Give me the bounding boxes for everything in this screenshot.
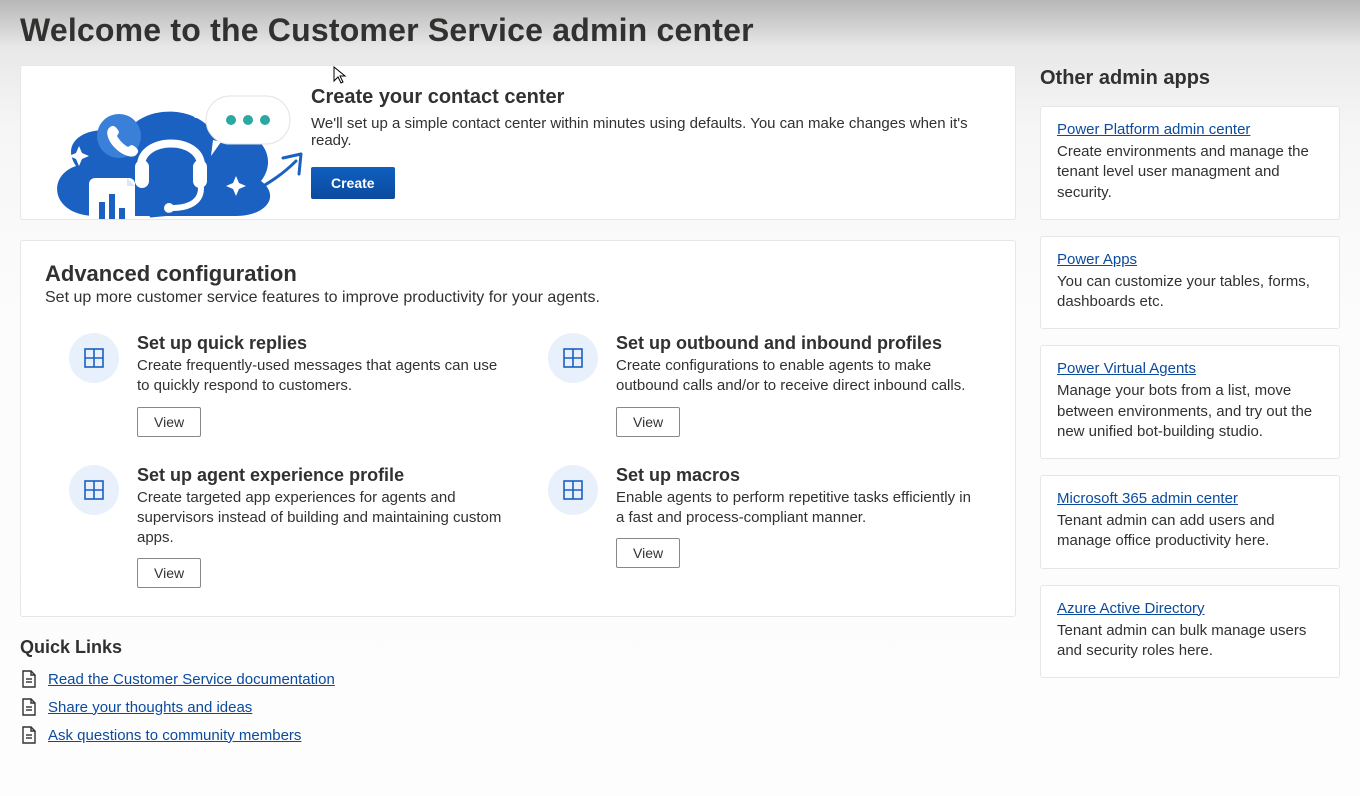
advanced-config-card: Advanced configuration Set up more custo…	[20, 240, 1016, 617]
config-item-title: Set up agent experience profile	[137, 465, 502, 486]
config-item-agent-experience: Set up agent experience profile Create t…	[69, 465, 512, 589]
admin-app-link[interactable]: Microsoft 365 admin center	[1057, 490, 1238, 507]
config-item-description: Enable agents to perform repetitive task…	[616, 488, 981, 529]
admin-app-link[interactable]: Azure Active Directory	[1057, 600, 1205, 617]
advanced-config-title: Advanced configuration	[45, 261, 991, 287]
config-item-description: Create configurations to enable agents t…	[616, 356, 981, 397]
admin-app-description: Tenant admin can bulk manage users and s…	[1057, 621, 1323, 662]
view-button[interactable]: View	[616, 407, 680, 437]
view-button[interactable]: View	[137, 558, 201, 588]
quick-link[interactable]: Read the Customer Service documentation	[48, 671, 335, 688]
config-item-macros: Set up macros Enable agents to perform r…	[548, 465, 991, 589]
quick-link[interactable]: Share your thoughts and ideas	[48, 699, 252, 716]
quick-link[interactable]: Ask questions to community members	[48, 727, 301, 744]
quick-link-item: Ask questions to community members	[20, 726, 1016, 744]
admin-app-card: Power Virtual Agents Manage your bots fr…	[1040, 345, 1340, 459]
other-admin-apps-title: Other admin apps	[1040, 67, 1340, 90]
config-item-description: Create frequently-used messages that age…	[137, 356, 502, 397]
config-item-title: Set up outbound and inbound profiles	[616, 333, 981, 354]
admin-app-link[interactable]: Power Apps	[1057, 251, 1137, 268]
hero-title: Create your contact center	[311, 86, 991, 109]
grid-icon	[69, 333, 119, 383]
hero-illustration	[21, 66, 311, 219]
grid-icon	[548, 333, 598, 383]
view-button[interactable]: View	[137, 407, 201, 437]
admin-app-card: Microsoft 365 admin center Tenant admin …	[1040, 475, 1340, 569]
quick-link-item: Read the Customer Service documentation	[20, 670, 1016, 688]
config-item-description: Create targeted app experiences for agen…	[137, 488, 502, 549]
admin-app-description: Tenant admin can add users and manage of…	[1057, 511, 1323, 552]
hero-card: Create your contact center We'll set up …	[20, 65, 1016, 220]
admin-app-description: Create environments and manage the tenan…	[1057, 142, 1323, 203]
config-item-quick-replies: Set up quick replies Create frequently-u…	[69, 333, 512, 437]
config-item-profiles: Set up outbound and inbound profiles Cre…	[548, 333, 991, 437]
grid-icon	[548, 465, 598, 515]
document-icon	[20, 726, 38, 744]
view-button[interactable]: View	[616, 538, 680, 568]
document-icon	[20, 670, 38, 688]
quick-link-item: Share your thoughts and ideas	[20, 698, 1016, 716]
document-icon	[20, 698, 38, 716]
quick-links-title: Quick Links	[20, 637, 1016, 658]
admin-app-card: Power Platform admin center Create envir…	[1040, 106, 1340, 220]
create-button[interactable]: Create	[311, 167, 395, 199]
admin-app-description: Manage your bots from a list, move betwe…	[1057, 381, 1323, 442]
hero-description: We'll set up a simple contact center wit…	[311, 115, 991, 149]
quick-links-section: Quick Links Read the Customer Service do…	[20, 637, 1016, 744]
admin-app-link[interactable]: Power Virtual Agents	[1057, 360, 1196, 377]
grid-icon	[69, 465, 119, 515]
admin-app-description: You can customize your tables, forms, da…	[1057, 272, 1323, 313]
advanced-config-subtitle: Set up more customer service features to…	[45, 289, 991, 307]
config-item-title: Set up macros	[616, 465, 981, 486]
admin-app-card: Azure Active Directory Tenant admin can …	[1040, 585, 1340, 679]
admin-app-card: Power Apps You can customize your tables…	[1040, 236, 1340, 330]
config-item-title: Set up quick replies	[137, 333, 502, 354]
admin-app-link[interactable]: Power Platform admin center	[1057, 121, 1250, 138]
page-title: Welcome to the Customer Service admin ce…	[20, 12, 1340, 49]
